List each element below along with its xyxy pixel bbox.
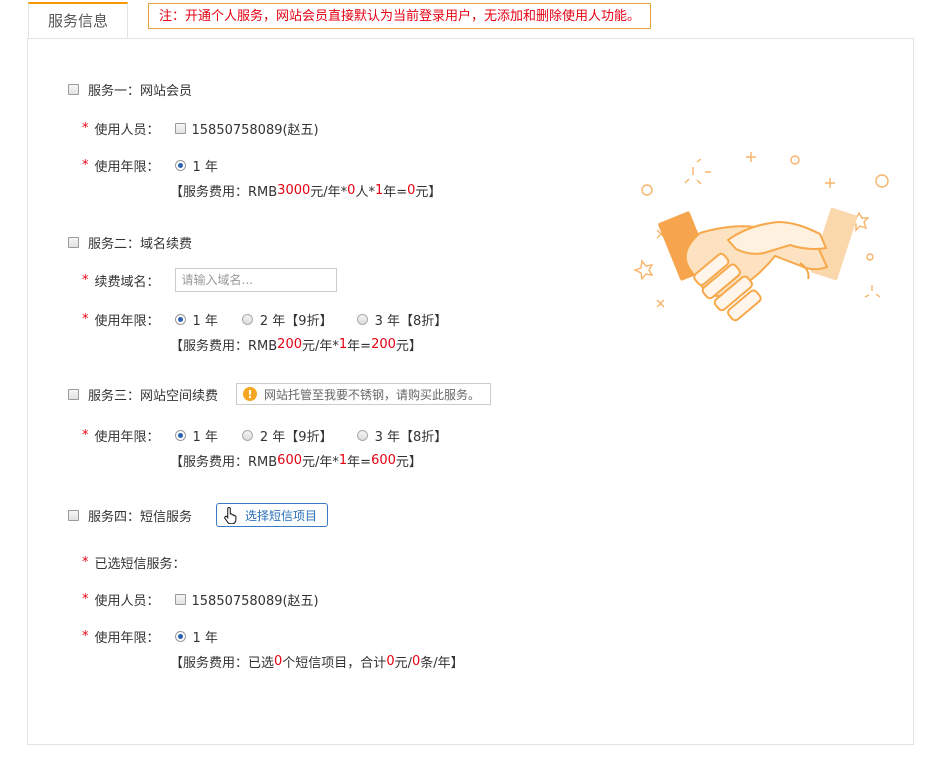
service3-title: 服务三：网站空间续费 bbox=[88, 388, 219, 404]
select-sms-button[interactable]: 选择短信项目 bbox=[216, 503, 329, 527]
service2-option-3[interactable]: 3 年【8折】 bbox=[356, 310, 447, 329]
selected-sms-label: 已选短信服务： bbox=[94, 557, 186, 572]
radio-selected[interactable] bbox=[174, 631, 186, 642]
service3-checkbox[interactable] bbox=[68, 388, 79, 400]
hand-pointer-icon bbox=[224, 506, 237, 524]
service3-option-1[interactable]: 1 年 bbox=[174, 426, 218, 445]
user-label: 使用人员： bbox=[94, 123, 160, 138]
service3-fee: 【服务费用：RMB 600 元/年* 1 年= 600 元】 bbox=[170, 453, 422, 470]
required-mark: * bbox=[82, 592, 89, 607]
years-label: 使用年限： bbox=[94, 160, 160, 175]
service4-title: 服务四：短信服务 bbox=[88, 509, 193, 525]
required-mark: * bbox=[82, 272, 89, 288]
service3-tip: ! 网站托管至我要不锈钢，请购买此服务。 bbox=[236, 383, 492, 405]
service3-option-3[interactable]: 3 年【8折】 bbox=[356, 426, 447, 445]
service4-fee: 【服务费用：已选 0 个短信项目，合计 0 元/ 0 条/年】 bbox=[170, 654, 464, 671]
required-mark: * bbox=[82, 158, 89, 173]
required-mark: * bbox=[82, 121, 89, 136]
radio-unselected[interactable] bbox=[356, 430, 368, 441]
member-checkbox[interactable] bbox=[174, 123, 186, 134]
service4-option-1[interactable]: 1 年 bbox=[174, 627, 218, 646]
radio-selected[interactable] bbox=[174, 314, 186, 325]
user-label: 使用人员： bbox=[94, 594, 160, 609]
radio-unselected[interactable] bbox=[241, 430, 253, 441]
notice-banner: 注：开通个人服务，网站会员直接默认为当前登录用户，无添加和删除使用人功能。 bbox=[148, 3, 652, 29]
required-mark: * bbox=[82, 555, 89, 570]
radio-selected[interactable] bbox=[174, 430, 186, 441]
required-mark: * bbox=[82, 312, 89, 327]
radio-selected[interactable] bbox=[174, 160, 186, 171]
service2-domain-row: * 续费域名： 请输入域名... bbox=[82, 268, 337, 292]
service4-years-row: * 使用年限： 1 年 bbox=[82, 627, 242, 646]
service2-checkbox[interactable] bbox=[68, 237, 79, 248]
warning-icon: ! bbox=[243, 387, 258, 401]
service4-selected-row: * 已选短信服务： bbox=[82, 553, 186, 572]
service3-years-row: * 使用年限： 1 年 2 年【9折】 3 年【8折】 bbox=[82, 426, 471, 445]
service2-years-row: * 使用年限： 1 年 2 年【9折】 3 年【8折】 bbox=[82, 310, 471, 329]
years-label: 使用年限： bbox=[94, 430, 160, 445]
required-mark: * bbox=[82, 428, 89, 443]
service2-title: 服务二：域名续费 bbox=[88, 237, 193, 252]
domain-input[interactable]: 请输入域名... bbox=[174, 268, 337, 292]
tab-service-info[interactable]: 服务信息 bbox=[28, 2, 128, 38]
years-label: 使用年限： bbox=[94, 314, 160, 329]
required-mark: * bbox=[82, 629, 89, 644]
service1-title: 服务一：网站会员 bbox=[88, 84, 193, 99]
member-name: 15850758089(赵五) bbox=[191, 123, 319, 138]
handshake-illustration bbox=[633, 152, 889, 322]
service1-user-row: * 使用人员： 15850758089(赵五) bbox=[82, 119, 319, 138]
service2-header: 服务二：域名续费 bbox=[68, 233, 192, 252]
domain-label: 续费域名： bbox=[94, 274, 160, 290]
radio-unselected[interactable] bbox=[241, 314, 253, 325]
service1-option-1[interactable]: 1 年 bbox=[174, 156, 218, 175]
service1-header: 服务一：网站会员 bbox=[68, 80, 192, 99]
radio-unselected[interactable] bbox=[356, 314, 368, 325]
service1-checkbox[interactable] bbox=[68, 84, 79, 95]
service4-header: 服务四：短信服务 选择短信项目 bbox=[68, 503, 329, 527]
service2-option-1[interactable]: 1 年 bbox=[174, 310, 218, 329]
years-label: 使用年限： bbox=[94, 631, 160, 646]
service4-checkbox[interactable] bbox=[68, 509, 79, 521]
service3-option-2[interactable]: 2 年【9折】 bbox=[241, 426, 333, 445]
member-checkbox[interactable] bbox=[174, 594, 186, 605]
service3-header: 服务三：网站空间续费 ! 网站托管至我要不锈钢，请购买此服务。 bbox=[68, 383, 492, 405]
service4-user-row: * 使用人员： 15850758089(赵五) bbox=[82, 590, 319, 609]
service2-fee: 【服务费用：RMB 200 元/年* 1 年= 200 元】 bbox=[170, 337, 422, 354]
service1-fee: 【服务费用：RMB 3000 元/年* 0 人* 1 年= 0 元】 bbox=[170, 183, 442, 200]
service2-option-2[interactable]: 2 年【9折】 bbox=[241, 310, 333, 329]
member-name: 15850758089(赵五) bbox=[191, 594, 319, 609]
service1-years-row: * 使用年限： 1 年 bbox=[82, 156, 242, 175]
